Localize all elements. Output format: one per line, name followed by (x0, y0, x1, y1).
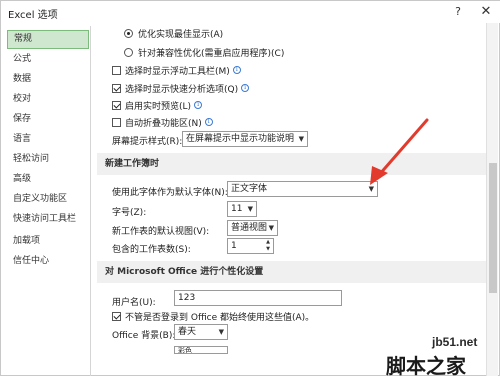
watermark-logo: jb51.net 脚本之家 (386, 334, 498, 376)
red-arrow-annotation (370, 118, 429, 185)
watermark-url: jb51.net (432, 335, 478, 349)
arrow-shaft (377, 118, 429, 177)
excel-options-dialog: Excel 选项 ? ✕ 常规 公式 数据 校对 保存 语言 轻松访问 高级 自… (0, 0, 500, 376)
watermark-text: 脚本之家 (386, 354, 466, 376)
